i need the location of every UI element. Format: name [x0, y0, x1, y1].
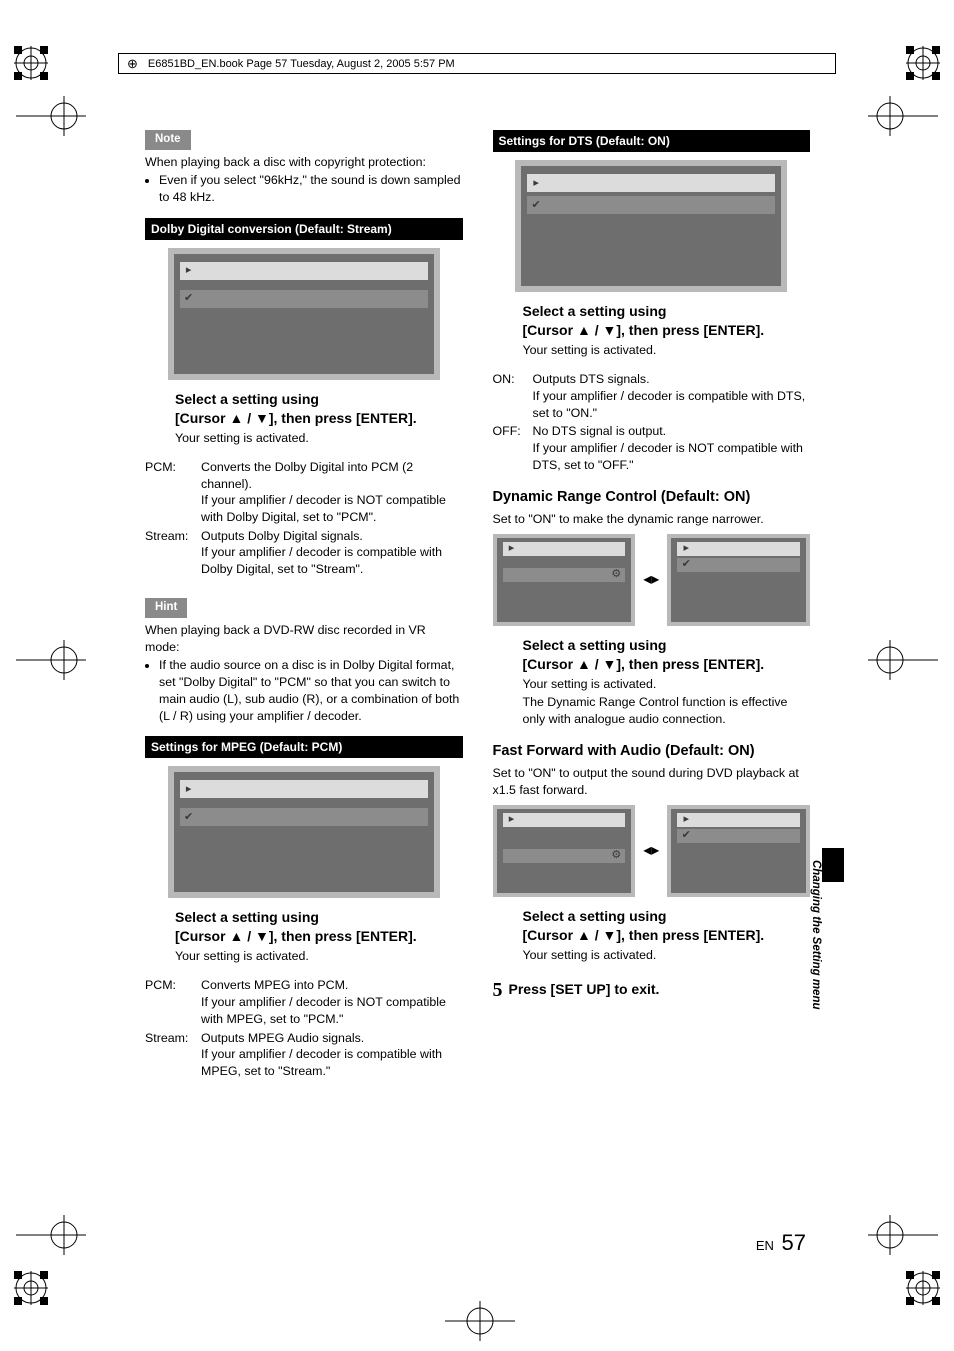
step-number: 5	[493, 979, 503, 1001]
instruction-heading: Select a setting using [Cursor ▲ / ▼], t…	[523, 907, 811, 945]
triangle-up-icon: ▲	[577, 926, 591, 945]
step-5: 5Press [SET UP] to exit.	[493, 977, 811, 1004]
arrow-left-right-icon: ◂▸	[643, 840, 659, 862]
crop-mark-icon	[16, 640, 86, 680]
crop-mark-icon	[445, 1301, 515, 1341]
play-icon: ▸	[677, 541, 695, 556]
note-bullet: Even if you select "96kHz," the sound is…	[159, 172, 463, 205]
play-icon: ▸	[527, 176, 545, 191]
ffa-sub: Set to "ON" to output the sound during D…	[493, 765, 811, 798]
crop-mark-icon	[868, 96, 938, 136]
heading-mpeg: Settings for MPEG (Default: PCM)	[145, 736, 463, 758]
check-icon: ✔	[180, 291, 198, 306]
crop-mark-icon	[16, 96, 86, 136]
crop-mark-icon	[868, 1215, 938, 1255]
crop-mark-icon	[16, 1215, 86, 1255]
heading-drc: Dynamic Range Control (Default: ON)	[493, 488, 811, 508]
triangle-up-icon: ▲	[229, 409, 243, 428]
instruction-sub: Your setting is activated.	[523, 676, 811, 693]
page-footer: EN 57	[756, 1230, 806, 1256]
triangle-down-icon: ▼	[602, 926, 616, 945]
triangle-up-icon: ▲	[229, 927, 243, 946]
triangle-down-icon: ▼	[255, 927, 269, 946]
instruction-sub: Your setting is activated.	[523, 342, 811, 359]
arrow-left-right-icon: ◂▸	[643, 569, 659, 591]
heading-ffa: Fast Forward with Audio (Default: ON)	[493, 742, 811, 762]
play-icon: ▸	[503, 812, 521, 827]
play-icon: ▸	[677, 812, 695, 827]
register-mark-icon	[14, 46, 48, 80]
crop-mark-icon	[868, 640, 938, 680]
instruction-heading: Select a setting using [Cursor ▲ / ▼], t…	[523, 302, 811, 340]
hint-text: When playing back a DVD-RW disc recorded…	[145, 622, 463, 655]
instruction-heading: Select a setting using [Cursor ▲ / ▼], t…	[523, 636, 811, 674]
register-mark-icon	[906, 46, 940, 80]
triangle-up-icon: ▲	[577, 655, 591, 674]
hint-badge: Hint	[145, 598, 187, 618]
menu-screenshot-mpeg: ▸ ✔	[168, 766, 440, 898]
drc-sub: Set to "ON" to make the dynamic range na…	[493, 511, 811, 528]
heading-dolby: Dolby Digital conversion (Default: Strea…	[145, 218, 463, 240]
gear-icon: ⚙	[503, 848, 626, 863]
check-icon: ✔	[527, 198, 545, 213]
dolby-definition-list: PCM: Converts the Dolby Digital into PCM…	[145, 459, 463, 578]
drc-screenshots: ▸ ⚙ ◂▸ ▸ ✔	[493, 534, 811, 626]
triangle-up-icon: ▲	[577, 321, 591, 340]
check-icon: ✔	[677, 828, 695, 843]
note-text: When playing back a disc with copyright …	[145, 154, 463, 171]
play-icon: ▸	[180, 782, 198, 797]
triangle-down-icon: ▼	[602, 655, 616, 674]
running-head: ⊕ E6851BD_EN.book Page 57 Tuesday, Augus…	[118, 53, 836, 74]
gear-icon: ⚙	[503, 567, 626, 582]
footer-lang: EN	[756, 1238, 774, 1253]
book-icon: ⊕	[127, 57, 138, 70]
hint-bullet: If the audio source on a disc is in Dolb…	[159, 657, 463, 724]
note-badge: Note	[145, 130, 191, 150]
page-number: 57	[782, 1230, 806, 1255]
instruction-sub: Your setting is activated.	[175, 430, 463, 447]
instruction-sub: Your setting is activated.	[175, 948, 463, 965]
drc-note: The Dynamic Range Control function is ef…	[523, 694, 811, 727]
instruction-heading: Select a setting using [Cursor ▲ / ▼], t…	[175, 390, 463, 428]
instruction-heading: Select a setting using [Cursor ▲ / ▼], t…	[175, 908, 463, 946]
triangle-down-icon: ▼	[602, 321, 616, 340]
running-head-text: E6851BD_EN.book Page 57 Tuesday, August …	[148, 58, 455, 70]
play-icon: ▸	[503, 541, 521, 556]
ffa-screenshots: ▸ ⚙ ◂▸ ▸ ✔	[493, 805, 811, 897]
check-icon: ✔	[677, 557, 695, 572]
mpeg-definition-list: PCM: Converts MPEG into PCM.If your ampl…	[145, 977, 463, 1079]
menu-screenshot-dolby: ▸ ✔	[168, 248, 440, 380]
play-icon: ▸	[180, 263, 198, 278]
check-icon: ✔	[180, 810, 198, 825]
register-mark-icon	[14, 1271, 48, 1305]
section-tab	[822, 848, 844, 882]
section-tab-label: Changing the Setting menu	[810, 860, 822, 1010]
menu-screenshot-dts: ▸ ✔	[515, 160, 787, 292]
register-mark-icon	[906, 1271, 940, 1305]
heading-dts: Settings for DTS (Default: ON)	[493, 130, 811, 152]
instruction-sub: Your setting is activated.	[523, 947, 811, 964]
dts-definition-list: ON: Outputs DTS signals.If your amplifie…	[493, 371, 811, 473]
triangle-down-icon: ▼	[255, 409, 269, 428]
